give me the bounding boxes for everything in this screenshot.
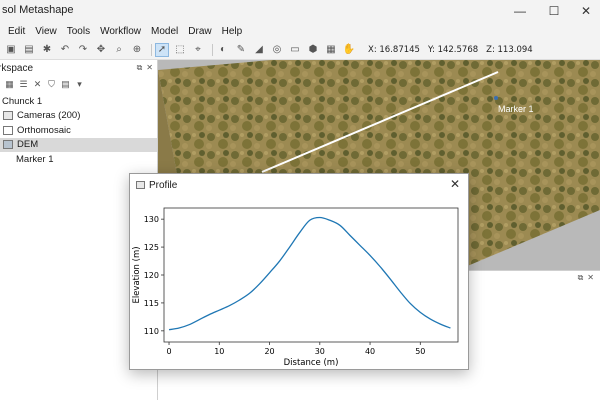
coord-x: X: 16.87145 <box>368 44 420 55</box>
model-icon[interactable]: ◐ <box>216 43 230 57</box>
zoom-icon[interactable]: ⌕ <box>112 43 126 57</box>
y-tick-label: 110 <box>144 327 159 336</box>
tree-item-marker[interactable]: Marker 1 <box>0 152 157 167</box>
redo-icon[interactable]: ↷ <box>76 43 90 57</box>
minimize-button[interactable]: — <box>508 2 532 20</box>
tree-item-label: DEM <box>17 139 39 151</box>
menu-view[interactable]: View <box>35 26 57 37</box>
y-tick-label: 120 <box>144 271 159 280</box>
camera-icon <box>3 111 13 121</box>
x-tick-label: 30 <box>315 347 325 356</box>
list-icon[interactable]: ☰ <box>18 79 29 90</box>
target-icon[interactable]: ◎ <box>270 43 284 57</box>
tree-item-label: Orthomosaic <box>17 124 71 136</box>
y-tick-label: 125 <box>144 243 159 252</box>
close-window-button[interactable]: ✕ <box>574 2 598 20</box>
profile-dialog: Profile ✕ 0 10 20 30 40 50 110 115 120 125 130 Di… <box>129 173 469 370</box>
save-icon[interactable]: ▤ <box>22 43 36 57</box>
settings-icon[interactable]: ✱ <box>40 43 54 57</box>
properties-icon[interactable]: ▤ <box>60 79 71 90</box>
y-tick-label: 115 <box>144 299 159 308</box>
remove-icon[interactable]: ✕ <box>32 79 43 90</box>
x-tick-label: 40 <box>365 347 375 356</box>
x-tick-label: 0 <box>166 347 171 356</box>
menu-bar: Edit View Tools Workflow Model Draw Help <box>0 22 600 40</box>
select-pointer-icon[interactable]: ➚ <box>155 42 169 57</box>
move-icon[interactable]: ✥ <box>94 43 108 57</box>
cursor-icon[interactable]: ⌖ <box>191 43 205 57</box>
close-panel-icon[interactable]: ✕ <box>146 63 153 73</box>
x-axis-label: Distance (m) <box>284 358 339 368</box>
dialog-title: Profile <box>149 179 178 191</box>
filter-icon[interactable]: ⛉ <box>46 79 57 90</box>
tree-item-orthomosaic[interactable]: Orthomosaic <box>0 123 157 138</box>
tree-item-label: Cameras (200) <box>17 110 81 122</box>
tree-item-cameras[interactable]: Cameras (200) <box>0 109 157 124</box>
maximize-button[interactable]: ☐ <box>542 2 566 20</box>
menu-help[interactable]: Help <box>222 26 243 37</box>
x-tick-label: 50 <box>415 347 425 356</box>
dem-icon <box>3 140 13 150</box>
chunk-label: Chunck 1 <box>2 95 43 107</box>
workspace-tools: ▦ ☰ ✕ ⛉ ▤ ▾ <box>0 76 157 92</box>
profile-series-line <box>168 216 451 331</box>
coord-y: Y: 142.5768 <box>427 44 479 55</box>
y-axis-ticks: 110 115 120 125 130 <box>144 215 164 336</box>
toolbar-divider <box>212 43 213 56</box>
hand-icon[interactable]: ✋ <box>342 43 356 57</box>
profile-icon <box>136 181 145 189</box>
workspace-tree: Chunck 1 Cameras (200) Orthomosaic DEM M… <box>0 94 157 167</box>
profile-chart: 0 10 20 30 40 50 110 115 120 125 130 Distance (m)… <box>132 207 459 368</box>
title-bar: sol Metashape — ☐ ✕ <box>0 0 600 22</box>
float-panel-icon[interactable]: ⧉ <box>578 273 584 283</box>
display-mode-icon[interactable]: ▭ <box>288 43 302 57</box>
x-tick-label: 20 <box>264 347 274 356</box>
y-axis-label: Elevation (m) <box>132 246 142 303</box>
dialog-title-bar: Profile ✕ <box>130 174 468 196</box>
tree-item-dem[interactable]: DEM <box>0 137 157 152</box>
workspace-title: rkspace <box>0 62 34 74</box>
window-title: sol Metashape <box>2 4 74 16</box>
chevron-down-icon[interactable]: ▾ <box>74 79 85 90</box>
ruler-icon[interactable]: ◢ <box>252 43 266 57</box>
menu-model[interactable]: Model <box>151 26 178 37</box>
plot-frame <box>163 207 459 343</box>
rect-select-icon[interactable]: ⬚ <box>173 43 187 57</box>
x-axis-ticks: 0 10 20 30 40 50 <box>166 342 425 356</box>
menu-draw[interactable]: Draw <box>188 26 211 37</box>
tree-item-chunk[interactable]: Chunck 1 <box>0 94 157 109</box>
close-dialog-button[interactable]: ✕ <box>450 177 460 191</box>
undo-icon[interactable]: ↶ <box>58 43 72 57</box>
coord-z: Z: 113.094 <box>486 44 533 55</box>
menu-workflow[interactable]: Workflow <box>100 26 141 37</box>
toolbar: ▣ ▤ ✱ ↶ ↷ ✥ ⌕ ⊕ ➚ ⬚ ⌖ ◐ ✎ ◢ ◎ ▭ ⬢ ▦ ✋ X:… <box>0 40 600 60</box>
marker-label: Marker 1 <box>498 104 534 114</box>
x-tick-label: 10 <box>214 347 224 356</box>
toolbar-divider <box>151 43 152 56</box>
menu-tools[interactable]: Tools <box>67 26 90 37</box>
cube-icon[interactable]: ⬢ <box>306 43 320 57</box>
tree-item-label: Marker 1 <box>16 153 54 165</box>
orthomosaic-icon <box>3 125 13 135</box>
marker-icon[interactable] <box>494 96 498 100</box>
y-tick-label: 130 <box>144 215 159 224</box>
close-panel-icon[interactable]: ✕ <box>587 273 594 283</box>
add-chunk-icon[interactable]: ▦ <box>4 79 15 90</box>
cursor-coordinates: X: 16.87145 Y: 142.5768 Z: 113.094 <box>368 45 533 55</box>
float-panel-icon[interactable]: ⧉ <box>137 63 143 73</box>
open-icon[interactable]: ▣ <box>4 43 18 57</box>
zoom-fit-icon[interactable]: ⊕ <box>130 43 144 57</box>
workspace-header: rkspace ⧉ ✕ <box>0 60 157 76</box>
camera-view-icon[interactable]: ▦ <box>324 43 338 57</box>
menu-edit[interactable]: Edit <box>8 26 25 37</box>
draw-icon[interactable]: ✎ <box>234 43 248 57</box>
